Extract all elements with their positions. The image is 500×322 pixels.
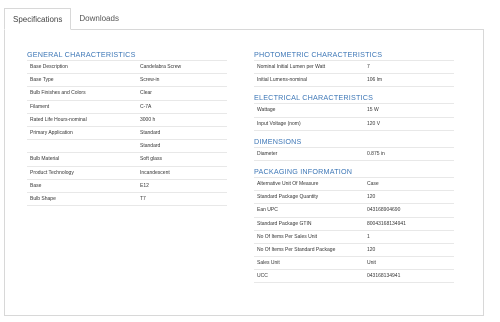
spec-table: Nominal Initial Lumen per Watt 7 Initial L… (254, 59, 454, 88)
spec-row: Primary Application Standard (27, 126, 227, 141)
packaging-information-section: PACKAGING INFORMATION Alternative Unit Of… (254, 167, 454, 284)
spec-value: Standard (137, 126, 227, 141)
spec-label: Bulb Finishes and Colors (27, 86, 137, 101)
spec-row: Base E12 (27, 179, 227, 193)
spec-label: Primary Application (27, 126, 137, 141)
spec-row: Diameter 0.875 in (254, 146, 454, 161)
section-title: PHOTOMETRIC CHARACTERISTICS (254, 50, 383, 59)
right-column: PHOTOMETRIC CHARACTERISTICS Nominal Initi… (254, 50, 454, 285)
spec-value: Standard (137, 139, 227, 154)
specifications-panel: GENERAL CHARACTERISTICS Base Description C… (4, 29, 484, 316)
section-title: ELECTRICAL CHARACTERISTICS (254, 93, 374, 103)
spec-label: Alternative Unit Of Measure (254, 176, 364, 192)
spec-label: Input Voltage (nom) (254, 117, 364, 131)
spec-value: 120 V (364, 117, 454, 131)
spec-value: 120 (364, 243, 454, 258)
spec-label: Sales Unit (254, 256, 364, 271)
dimensions-section: DIMENSIONS Diameter 0.875 in (254, 137, 454, 161)
spec-value: 15 W (364, 103, 454, 118)
spec-row: Bulb Shape T7 (27, 192, 227, 207)
spec-row: Bulb Material Soft glass (27, 152, 227, 167)
spec-value: Screw-in (137, 73, 227, 88)
spec-value: 3000 h (137, 113, 227, 127)
spec-row: Filament C-7A (27, 100, 227, 114)
spec-value: 043168134941 (364, 269, 454, 284)
spec-label: Initial Lumens-nominal (254, 73, 364, 88)
spec-value: T7 (137, 192, 227, 207)
spec-label: Bulb Material (27, 152, 137, 167)
spec-row: Standard (27, 139, 227, 154)
spec-label: Filament (27, 100, 137, 114)
spec-value: Incandescent (137, 166, 227, 180)
electrical-characteristics-section: ELECTRICAL CHARACTERISTICS Wattage 15 W Inp… (254, 93, 454, 131)
spec-row: Input Voltage (nom) 120 V (254, 117, 454, 131)
spec-label (27, 139, 137, 154)
spec-label: Standard Package GTIN (254, 217, 364, 231)
spec-row: Sales Unit Unit (254, 256, 454, 271)
spec-label: Diameter (254, 146, 364, 161)
spec-value: Candelabra Screw (137, 59, 227, 75)
spec-value: E12 (137, 179, 227, 193)
spec-row: Bulb Finishes and Colors Clear (27, 86, 227, 101)
spec-row: No Of Items Per Standard Package 120 (254, 243, 454, 258)
spec-label: Standard Package Quantity (254, 190, 364, 205)
section-title: DIMENSIONS (254, 136, 302, 146)
spec-label: Base (27, 179, 137, 193)
spec-label: UCC (254, 269, 364, 284)
spec-label: Bulb Shape (27, 192, 137, 207)
spec-value: 0.875 in (364, 146, 454, 161)
spec-label: Nominal Initial Lumen per Watt (254, 59, 364, 75)
tab-specifications[interactable]: Specifications (4, 8, 72, 30)
spec-label: Wattage (254, 103, 364, 118)
spec-label: Rated Life Hours-nominal (27, 113, 137, 127)
spec-value: 1 (364, 230, 454, 244)
spec-row: Standard Package GTIN 80043168134941 (254, 217, 454, 231)
spec-value: Case (364, 176, 454, 192)
spec-row: Alternative Unit Of Measure Case (254, 176, 454, 192)
photometric-characteristics-section: PHOTOMETRIC CHARACTERISTICS Nominal Initi… (254, 50, 454, 88)
spec-value: 043168904690 (364, 203, 454, 218)
section-title: GENERAL CHARACTERISTICS (27, 50, 136, 59)
spec-row: Wattage 15 W (254, 103, 454, 118)
spec-value: 80043168134941 (364, 217, 454, 231)
spec-row: Nominal Initial Lumen per Watt 7 (254, 59, 454, 75)
spec-table: Wattage 15 W Input Voltage (nom) 120 V (254, 103, 454, 131)
spec-row: Base Type Screw-in (27, 73, 227, 88)
spec-value: C-7A (137, 100, 227, 114)
spec-label: No Of Items Per Standard Package (254, 243, 364, 258)
left-column: GENERAL CHARACTERISTICS Base Description C… (27, 50, 227, 208)
spec-value: Clear (137, 86, 227, 101)
spec-row: Ean UPC 043168904690 (254, 203, 454, 218)
spec-table: Base Description Candelabra Screw Base Typ… (27, 59, 227, 207)
spec-table: Diameter 0.875 in (254, 146, 454, 161)
spec-row: UCC 043168134941 (254, 269, 454, 284)
spec-label: Base Type (27, 73, 137, 88)
spec-label: Product Technology (27, 166, 137, 180)
spec-value: Soft glass (137, 152, 227, 167)
spec-row: Initial Lumens-nominal 106 lm (254, 73, 454, 88)
spec-label: Ean UPC (254, 203, 364, 218)
spec-value: 120 (364, 190, 454, 205)
spec-value: Unit (364, 256, 454, 271)
general-characteristics-section: GENERAL CHARACTERISTICS Base Description C… (27, 50, 227, 207)
spec-table: Alternative Unit Of Measure Case Standard … (254, 176, 454, 284)
spec-label: No Of Items Per Sales Unit (254, 230, 364, 244)
spec-label: Base Description (27, 59, 137, 75)
spec-row: Product Technology Incandescent (27, 166, 227, 180)
spec-row: Standard Package Quantity 120 (254, 190, 454, 205)
spec-value: 106 lm (364, 73, 454, 88)
tab-bar: Specifications Downloads (4, 8, 127, 30)
section-title: PACKAGING INFORMATION (254, 166, 353, 176)
spec-row: Base Description Candelabra Screw (27, 59, 227, 75)
spec-row: No Of Items Per Sales Unit 1 (254, 230, 454, 244)
tab-downloads[interactable]: Downloads (71, 8, 127, 30)
spec-row: Rated Life Hours-nominal 3000 h (27, 113, 227, 127)
spec-value: 7 (364, 59, 454, 75)
